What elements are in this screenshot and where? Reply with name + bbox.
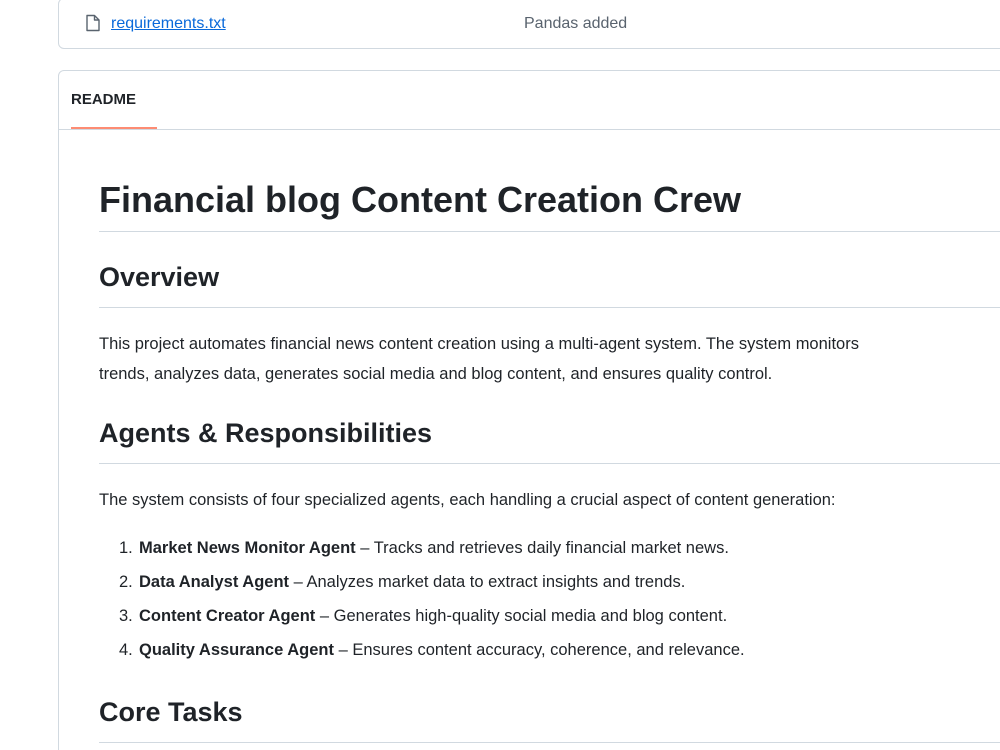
tab-active-indicator [71,127,157,129]
agent-description: – Analyzes market data to extract insigh… [289,573,686,591]
overview-divider [99,307,1000,308]
overview-line-1: This project automates financial news co… [99,335,859,353]
page: requirements.txt Pandas added README Fin… [0,0,1000,750]
readme-panel: README Financial blog Content Creation C… [58,70,1000,750]
list-item: 1. Market News Monitor Agent – Tracks and… [119,539,729,557]
agents-list: 1. Market News Monitor Agent – Tracks and… [99,531,745,667]
core-tasks-divider [99,742,1000,743]
agent-name: Content Creator Agent [139,607,316,625]
list-item: 4. Quality Assurance Agent – Ensures cont… [119,641,745,659]
commit-message[interactable]: Pandas added [524,15,627,33]
agent-description: – Generates high-quality social media an… [315,607,728,625]
tab-readme[interactable]: README [71,91,136,108]
agents-divider [99,463,1000,464]
agent-name: Market News Monitor Agent [139,539,356,557]
file-icon [86,14,100,32]
readme-title: Financial blog Content Creation Crew [99,179,742,220]
list-item: 2. Data Analyst Agent – Analyzes market d… [119,573,686,591]
agents-intro: The system consists of four specialized … [99,491,836,509]
agent-description: – Ensures content accuracy, coherence, a… [334,641,745,659]
heading-core-tasks: Core Tasks [99,697,243,727]
file-link-requirements[interactable]: requirements.txt [111,15,226,33]
title-divider [99,231,1000,232]
heading-agents: Agents & Responsibilities [99,418,433,448]
overview-line-2: trends, analyzes data, generates social … [99,365,773,383]
heading-overview: Overview [99,262,220,292]
readme-header: README [59,71,1000,130]
list-item: 3. Content Creator Agent – Generates high… [119,607,728,625]
agent-name: Quality Assurance Agent [139,641,334,659]
agent-name: Data Analyst Agent [139,573,290,591]
file-row: requirements.txt Pandas added [58,0,1000,49]
agent-description: – Tracks and retrieves daily financial m… [355,539,729,557]
